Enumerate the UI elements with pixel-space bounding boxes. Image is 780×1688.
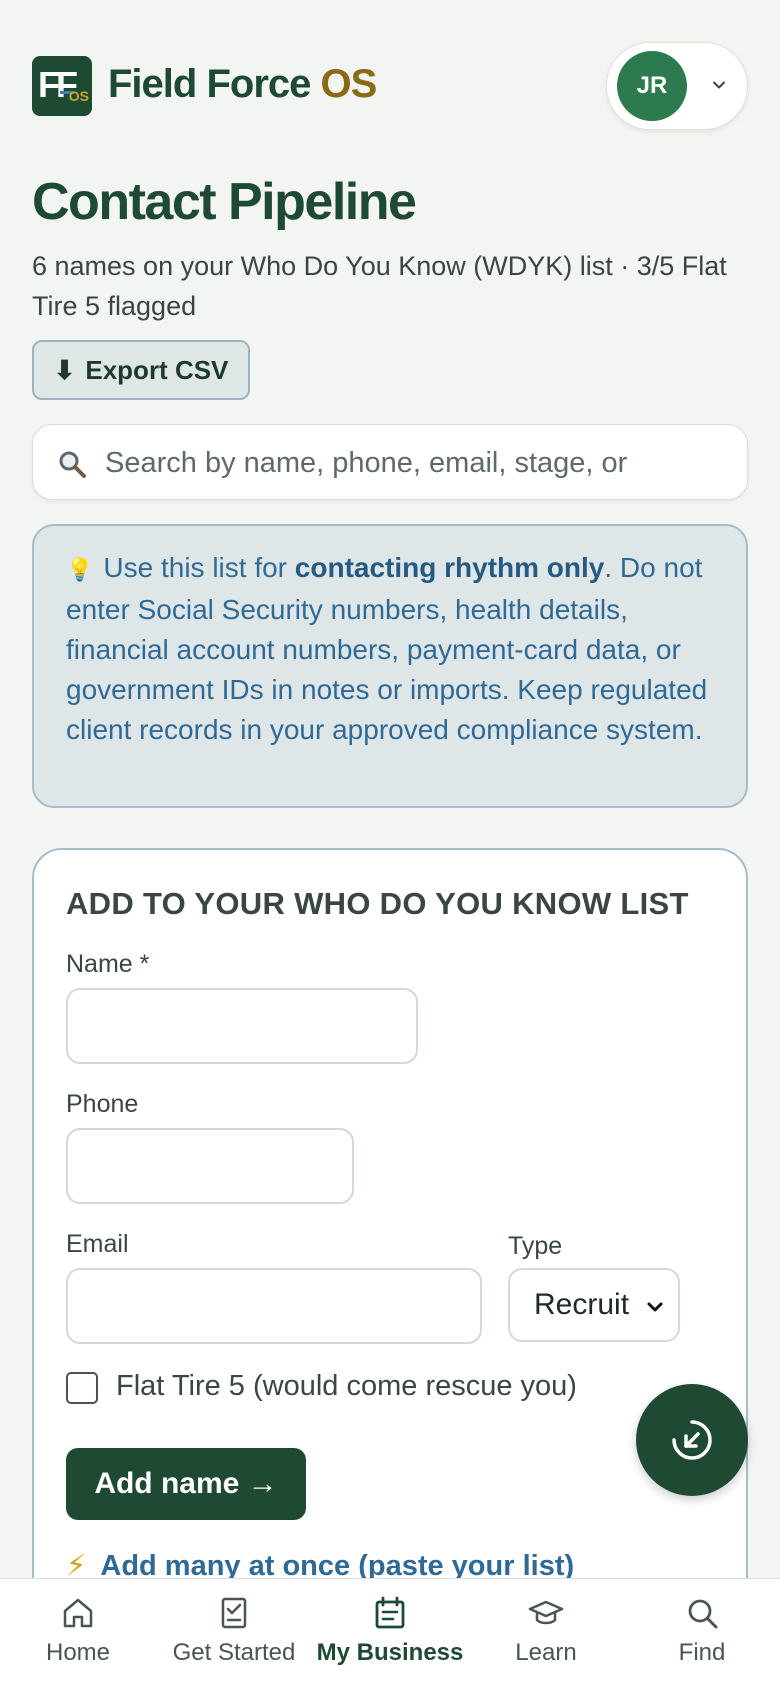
app-logo[interactable]: FF OS	[32, 56, 92, 116]
search-bar	[32, 424, 748, 500]
email-label: Email	[66, 1230, 129, 1258]
brand-main: Field Force	[108, 62, 311, 106]
chevron-down-icon	[647, 1302, 663, 1312]
logo-sub: OS	[68, 88, 89, 104]
phone-label: Phone	[66, 1090, 139, 1118]
nav-label-home: Home	[45, 1639, 111, 1666]
nav-item-my-business[interactable]: My Business	[312, 1579, 468, 1688]
nav-item-get-started[interactable]: Get Started	[156, 1579, 312, 1688]
export-label: Export CSV	[85, 354, 229, 385]
calendar-icon	[375, 1596, 405, 1629]
flat-tire-checkbox[interactable]	[66, 1372, 98, 1404]
notice-text: 💡 Use this list for contacting rhythm onl…	[66, 548, 714, 750]
quick-action-fab[interactable]	[636, 1384, 748, 1496]
add-name-button[interactable]: Add name →	[66, 1448, 306, 1520]
user-menu-button[interactable]: JR	[606, 42, 748, 130]
flat-tire-label[interactable]: Flat Tire 5 (would come rescue you)	[116, 1370, 577, 1403]
lightbulb-icon: 💡	[66, 557, 94, 582]
nav-item-find[interactable]: Find	[624, 1579, 780, 1688]
brand-accent: OS	[320, 62, 378, 106]
graduation-cap-icon	[528, 1600, 564, 1625]
email-field[interactable]	[66, 1268, 482, 1344]
page-title: Contact Pipeline	[32, 173, 417, 231]
search-icon	[688, 1599, 718, 1629]
arrow-down-left-icon	[672, 1420, 712, 1460]
chevron-down-icon	[713, 81, 725, 89]
bottom-nav: Home Get Started My Business Learn Find	[0, 1578, 780, 1688]
type-select[interactable]: Recruit	[508, 1268, 680, 1342]
nav-item-home[interactable]: Home	[0, 1579, 156, 1688]
name-field[interactable]	[66, 988, 418, 1064]
app-header: FF OS Field Force OS JR	[0, 0, 780, 170]
search-icon	[59, 451, 86, 478]
name-label: Name *	[66, 950, 150, 978]
export-csv-button[interactable]: ⬇ Export CSV	[32, 340, 250, 400]
type-label: Type	[508, 1232, 563, 1260]
notice-text-before: Use this list for	[103, 552, 295, 583]
add-contact-form: ADD TO YOUR WHO DO YOU KNOW LIST Name * …	[32, 848, 748, 1688]
type-selected-value: Recruit	[534, 1288, 630, 1321]
checklist-icon	[221, 1597, 247, 1629]
nav-label-learn: Learn	[515, 1639, 577, 1666]
notice-emphasis: contacting rhythm only	[294, 552, 605, 583]
nav-label-get-started: Get Started	[172, 1639, 296, 1666]
search-input[interactable]	[105, 437, 725, 489]
phone-field[interactable]	[66, 1128, 354, 1204]
nav-label-find: Find	[678, 1639, 726, 1666]
brand-name: Field Force OS	[108, 62, 378, 107]
form-heading: ADD TO YOUR WHO DO YOU KNOW LIST	[66, 886, 689, 921]
nav-item-learn[interactable]: Learn	[468, 1579, 624, 1688]
page-subtitle: 6 names on your Who Do You Know (WDYK) l…	[32, 251, 727, 321]
home-icon	[63, 1598, 93, 1628]
avatar: JR	[617, 51, 687, 121]
nav-label-my-business: My Business	[316, 1639, 464, 1666]
privacy-notice: 💡 Use this list for contacting rhythm onl…	[32, 524, 748, 808]
download-icon: ⬇	[53, 354, 76, 385]
